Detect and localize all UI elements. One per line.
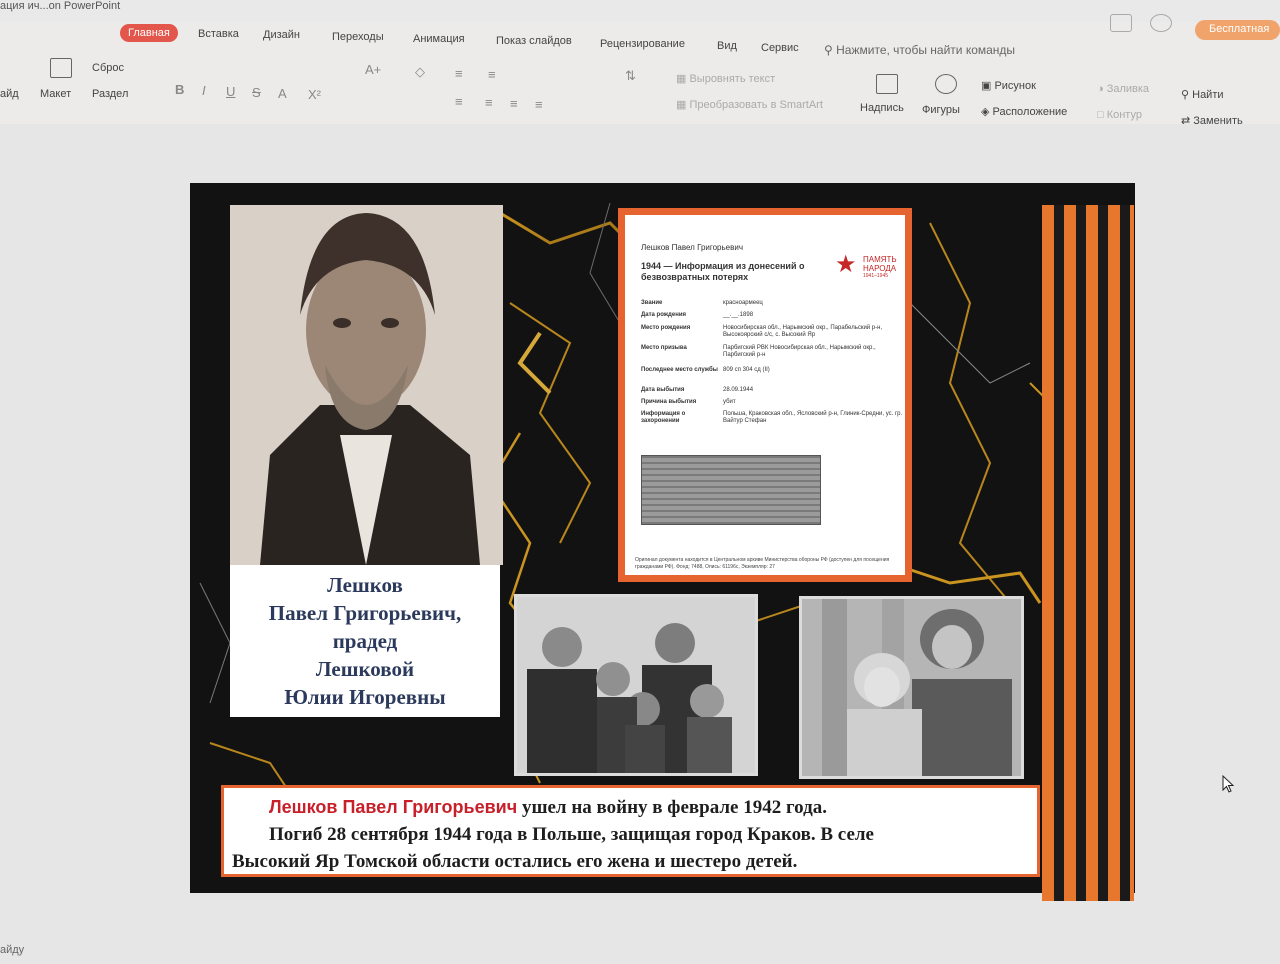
align-text-icon: ▦	[676, 73, 690, 85]
textbox-button[interactable]: Надпись	[860, 102, 904, 114]
find-button[interactable]: ⚲ Найти	[1181, 88, 1224, 101]
layout-button[interactable]: Макет	[40, 88, 71, 100]
font-color-icon[interactable]: A	[278, 86, 287, 101]
clear-format-icon[interactable]: ◇	[415, 64, 425, 80]
ribbon-tabs: Главная Вставка Дизайн Переходы Анимация…	[0, 22, 1280, 54]
biography-line-2: Погиб 28 сентября 1944 года в Польше, за…	[269, 824, 874, 845]
align-left-icon[interactable]: ≡	[455, 94, 463, 109]
smartart-button[interactable]: ▦ Преобразовать в SmartArt	[676, 98, 823, 111]
biography-line-1: Лешков Павел Григорьевич ушел на войну в…	[269, 797, 827, 818]
align-text-button[interactable]: ▦ Выровнять текст	[676, 72, 775, 85]
align-center-icon[interactable]: ≡	[485, 95, 493, 110]
tab-animation[interactable]: Анимация	[413, 33, 465, 45]
fill-icon: ◑	[1097, 83, 1107, 95]
ribbon-toolbar: айд Макет Сброс Раздел B I U S A X² A+ ◇…	[0, 52, 1280, 127]
find-icon: ⚲	[1181, 89, 1193, 101]
document-heading: 1944 — Информация из донесений о безвозв…	[641, 261, 805, 282]
superscript-icon[interactable]: X²	[308, 87, 321, 102]
align-right-icon[interactable]: ≡	[510, 96, 518, 111]
star-logo-icon: ★	[835, 251, 857, 278]
tab-view[interactable]: Вид	[717, 40, 737, 52]
title-bar: ация ич...on PowerPoint	[0, 0, 1280, 32]
family-photo-children[interactable]	[514, 594, 758, 776]
caption-descendant-name: Юлии Игоревны	[284, 685, 446, 709]
justify-icon[interactable]: ≡	[535, 97, 543, 112]
layout-icon	[50, 58, 72, 78]
archive-document: Лешков Павел Григорьевич 1944 — Информац…	[625, 215, 905, 575]
tab-review[interactable]: Рецензирование	[600, 38, 685, 50]
arrange-icon: ◈	[981, 106, 993, 118]
biography-name: Лешков Павел Григорьевич	[269, 797, 518, 817]
smartart-icon: ▦	[676, 99, 690, 111]
family-photo-image	[517, 597, 755, 773]
new-slide-button[interactable]: айд	[0, 88, 19, 100]
shapes-button[interactable]: Фигуры	[922, 104, 960, 116]
window-title: ация ич...on PowerPoint	[0, 0, 121, 12]
bullets-icon[interactable]: ≡	[455, 66, 463, 81]
document-scan-image[interactable]	[641, 455, 821, 525]
mouse-cursor-icon	[1222, 775, 1234, 793]
reset-button[interactable]: Сброс	[92, 62, 124, 74]
portrait-image	[230, 205, 503, 565]
outline-button[interactable]: □ Контур	[1097, 109, 1142, 121]
caption-surname: Лешков	[327, 573, 403, 597]
logo-years: 1941–1945	[863, 273, 889, 279]
portrait-caption[interactable]: Лешков Павел Григорьевич, прадед Лешково…	[230, 565, 500, 717]
caption-descendant-surname: Лешковой	[315, 657, 415, 681]
portrait-photo[interactable]	[230, 205, 503, 565]
italic-icon[interactable]: I	[202, 83, 206, 98]
tab-design[interactable]: Дизайн	[263, 29, 300, 41]
line-spacing-icon[interactable]: ⇅	[625, 68, 636, 84]
section-button[interactable]: Раздел	[92, 88, 128, 100]
fill-button[interactable]: ◑ Заливка	[1097, 83, 1149, 95]
st-george-ribbon	[1042, 205, 1134, 901]
biography-line-3: Высокий Яр Томской области остались его …	[232, 851, 798, 872]
document-footnote: Оригинал документа находится в Центральн…	[635, 557, 890, 570]
picture-icon: ▣	[981, 80, 995, 92]
picture-button[interactable]: ▣ Рисунок	[981, 79, 1036, 92]
tab-transitions[interactable]: Переходы	[332, 31, 384, 43]
strike-icon[interactable]: S	[252, 85, 261, 100]
logo-text: ПАМЯТЬ НАРОДА	[863, 255, 897, 273]
archive-document-card[interactable]: Лешков Павел Григорьевич 1944 — Информац…	[618, 208, 912, 582]
tab-home[interactable]: Главная	[120, 24, 178, 42]
tab-insert[interactable]: Вставка	[198, 28, 239, 40]
textbox-icon	[876, 74, 898, 94]
family-photo-grandmother[interactable]	[799, 596, 1024, 779]
grandmother-photo-image	[802, 599, 1021, 776]
arrange-button[interactable]: ◈ Расположение	[981, 105, 1067, 118]
status-bar-text: айду	[0, 944, 25, 956]
tab-slideshow[interactable]: Показ слайдов	[496, 35, 572, 47]
underline-icon[interactable]: U	[226, 84, 235, 99]
caption-name: Павел Григорьевич,	[268, 601, 462, 625]
document-person: Лешков Павел Григорьевич	[641, 243, 744, 252]
biography-text-box[interactable]: Лешков Павел Григорьевич ушел на войну в…	[221, 785, 1040, 877]
numbering-icon[interactable]: ≡	[488, 67, 496, 82]
bold-icon[interactable]: B	[175, 82, 184, 97]
outline-icon: □	[1097, 109, 1107, 121]
grow-font-icon[interactable]: A+	[365, 62, 381, 77]
shapes-icon	[935, 74, 957, 94]
caption-relation: прадед	[332, 629, 398, 653]
